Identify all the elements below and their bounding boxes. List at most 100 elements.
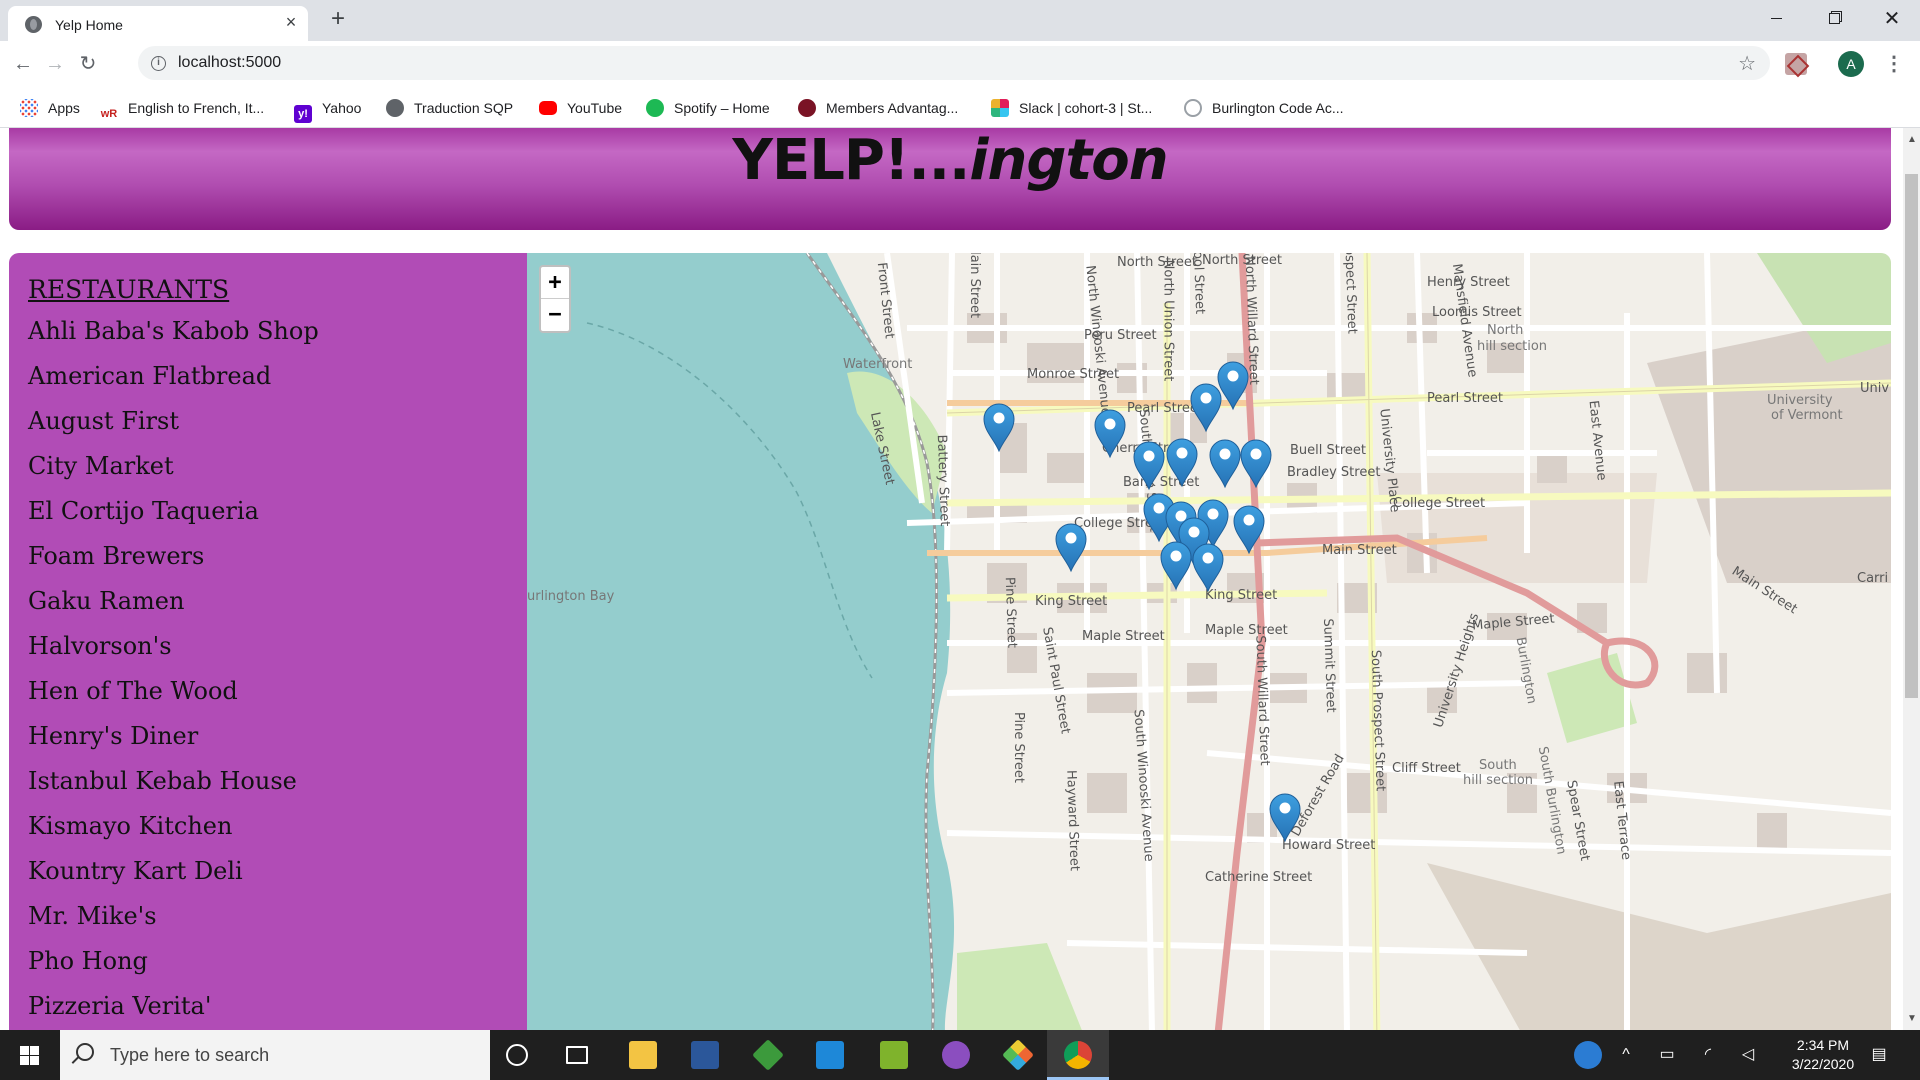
map-marker-pin[interactable] bbox=[1239, 439, 1273, 489]
network-icon[interactable]: ◜ bbox=[1697, 1045, 1719, 1065]
restaurant-item[interactable]: Mr. Mike's bbox=[28, 894, 319, 939]
show-hidden-icons[interactable]: ^ bbox=[1616, 1045, 1636, 1065]
windows-start-button[interactable] bbox=[0, 1030, 58, 1080]
map[interactable]: + − North Street North Street Henry Stre… bbox=[527, 253, 1891, 1030]
bookmark-yahoo[interactable]: y! Yahoo bbox=[294, 96, 361, 123]
map-marker-pin[interactable] bbox=[1132, 441, 1166, 491]
restaurant-item[interactable]: Istanbul Kebab House bbox=[28, 759, 319, 804]
apps-grid-icon bbox=[20, 99, 38, 117]
restaurant-item[interactable]: Henry's Diner bbox=[28, 714, 319, 759]
back-button[interactable]: ← bbox=[8, 49, 38, 79]
restaurant-item[interactable]: El Cortijo Taqueria bbox=[28, 489, 319, 534]
slack-icon bbox=[991, 99, 1009, 117]
restaurant-item[interactable]: August First bbox=[28, 399, 319, 444]
map-label: College Street bbox=[1393, 496, 1486, 511]
map-label: South bbox=[1479, 758, 1517, 773]
address-bar[interactable]: i localhost:5000 ☆ bbox=[138, 46, 1770, 80]
minimize-icon bbox=[1770, 18, 1782, 20]
vscode-icon[interactable] bbox=[816, 1041, 844, 1069]
restaurant-item[interactable]: Halvorson's bbox=[28, 624, 319, 669]
search-placeholder[interactable]: Type here to search bbox=[110, 1045, 269, 1066]
restaurant-item[interactable]: City Market bbox=[28, 444, 319, 489]
map-marker-pin[interactable] bbox=[1093, 409, 1127, 459]
tab-close-icon[interactable]: × bbox=[281, 12, 301, 32]
file-explorer-icon[interactable] bbox=[629, 1041, 657, 1069]
site-info-icon[interactable]: i bbox=[151, 56, 166, 71]
restaurant-item[interactable]: Pho Hong bbox=[28, 939, 319, 984]
extension-icon[interactable] bbox=[1785, 53, 1807, 75]
restaurant-item[interactable]: Hen of The Wood bbox=[28, 669, 319, 714]
page-scrollbar[interactable]: ▲ ▼ bbox=[1903, 128, 1920, 1030]
forward-button[interactable]: → bbox=[40, 49, 70, 79]
app-hexagon-icon[interactable] bbox=[752, 1039, 784, 1071]
taskbar-clock[interactable]: 2:34 PM 3/22/2020 bbox=[1768, 1036, 1878, 1074]
github-desktop-icon[interactable] bbox=[942, 1041, 970, 1069]
minimize-button[interactable] bbox=[1753, 0, 1799, 38]
profile-avatar[interactable]: A bbox=[1838, 51, 1864, 77]
restaurant-item[interactable]: Gaku Ramen bbox=[28, 579, 319, 624]
bookmark-bca[interactable]: Burlington Code Ac... bbox=[1184, 96, 1344, 120]
notifications-icon[interactable]: ▤ bbox=[1868, 1045, 1890, 1065]
bca-icon bbox=[1184, 99, 1202, 117]
bookmark-youtube[interactable]: YouTube bbox=[539, 96, 622, 120]
map-marker-pin[interactable] bbox=[1216, 361, 1250, 411]
members-icon bbox=[798, 99, 816, 117]
bookmark-star-icon[interactable]: ☆ bbox=[1738, 51, 1756, 76]
new-tab-button[interactable]: + bbox=[326, 7, 350, 32]
bookmark-slack[interactable]: Slack | cohort-3 | St... bbox=[991, 96, 1152, 120]
map-marker-pin[interactable] bbox=[1232, 505, 1266, 555]
taskbar-search[interactable]: Type here to search bbox=[60, 1030, 490, 1080]
bookmark-traduction[interactable]: Traduction SQP bbox=[386, 96, 513, 120]
restore-button[interactable] bbox=[1811, 0, 1857, 38]
zoom-out-button[interactable]: − bbox=[541, 299, 569, 331]
help-icon[interactable] bbox=[1574, 1041, 1602, 1069]
map-label: Battery Street bbox=[933, 434, 952, 527]
task-view-icon[interactable] bbox=[566, 1046, 588, 1064]
map-label: Maple Street bbox=[1205, 623, 1288, 638]
map-label: Loomis Street bbox=[1432, 305, 1522, 320]
url-text[interactable]: localhost:5000 bbox=[178, 54, 281, 72]
search-icon bbox=[76, 1043, 94, 1061]
restaurant-item[interactable]: Kountry Kart Deli bbox=[28, 849, 319, 894]
bookmark-members[interactable]: Members Advantag... bbox=[798, 96, 958, 120]
map-marker-pin[interactable] bbox=[1165, 438, 1199, 488]
globe-icon bbox=[25, 16, 42, 33]
browser-tab[interactable]: Yelp Home × bbox=[8, 6, 308, 41]
map-marker-pin[interactable] bbox=[982, 403, 1016, 453]
spotify-icon bbox=[646, 99, 664, 117]
word-icon[interactable] bbox=[691, 1041, 719, 1069]
battery-icon[interactable]: ▭ bbox=[1656, 1045, 1678, 1065]
restaurant-item[interactable]: Foam Brewers bbox=[28, 534, 319, 579]
map-marker-pin[interactable] bbox=[1054, 523, 1088, 573]
bookmark-apps[interactable]: Apps bbox=[20, 96, 80, 120]
app-green-icon[interactable] bbox=[880, 1041, 908, 1069]
map-label: hill section bbox=[1463, 773, 1534, 788]
zoom-in-button[interactable]: + bbox=[541, 267, 569, 299]
cortana-icon[interactable] bbox=[506, 1044, 528, 1066]
scrollbar-thumb[interactable] bbox=[1905, 174, 1918, 698]
restaurant-item[interactable]: Ahli Baba's Kabob Shop bbox=[28, 309, 319, 354]
map-label: Univ bbox=[1860, 381, 1890, 396]
reload-button[interactable]: ↻ bbox=[73, 49, 103, 79]
browser-menu-icon[interactable]: ⋮ bbox=[1884, 49, 1904, 79]
app-diamond-icon[interactable] bbox=[1002, 1039, 1034, 1071]
bookmark-spotify[interactable]: Spotify – Home bbox=[646, 96, 770, 120]
restaurant-item[interactable]: Pizzeria Verita' bbox=[28, 984, 319, 1029]
scroll-down-icon[interactable]: ▼ bbox=[1907, 1013, 1917, 1024]
restaurant-item[interactable]: American Flatbread bbox=[28, 354, 319, 399]
restaurant-item[interactable]: Kismayo Kitchen bbox=[28, 804, 319, 849]
map-marker-pin[interactable] bbox=[1191, 543, 1225, 593]
restore-icon bbox=[1828, 13, 1840, 25]
page-viewport: YELP!...ington RESTAURANTS Ahli Baba's K… bbox=[0, 128, 1903, 1030]
close-window-button[interactable]: ✕ bbox=[1869, 0, 1915, 38]
volume-icon[interactable]: ◁ bbox=[1737, 1045, 1759, 1065]
map-marker-pin[interactable] bbox=[1159, 541, 1193, 591]
map-marker-pin[interactable] bbox=[1268, 793, 1302, 843]
bookmark-wordreference[interactable]: wR English to French, It... bbox=[100, 96, 264, 123]
map-label: University bbox=[1767, 393, 1833, 408]
restaurant-list: Ahli Baba's Kabob Shop American Flatbrea… bbox=[28, 309, 319, 1029]
scroll-up-icon[interactable]: ▲ bbox=[1907, 134, 1917, 145]
map-marker-pin[interactable] bbox=[1208, 439, 1242, 489]
sidebar-heading: RESTAURANTS bbox=[28, 275, 230, 304]
chrome-taskbar-button[interactable] bbox=[1047, 1030, 1109, 1080]
